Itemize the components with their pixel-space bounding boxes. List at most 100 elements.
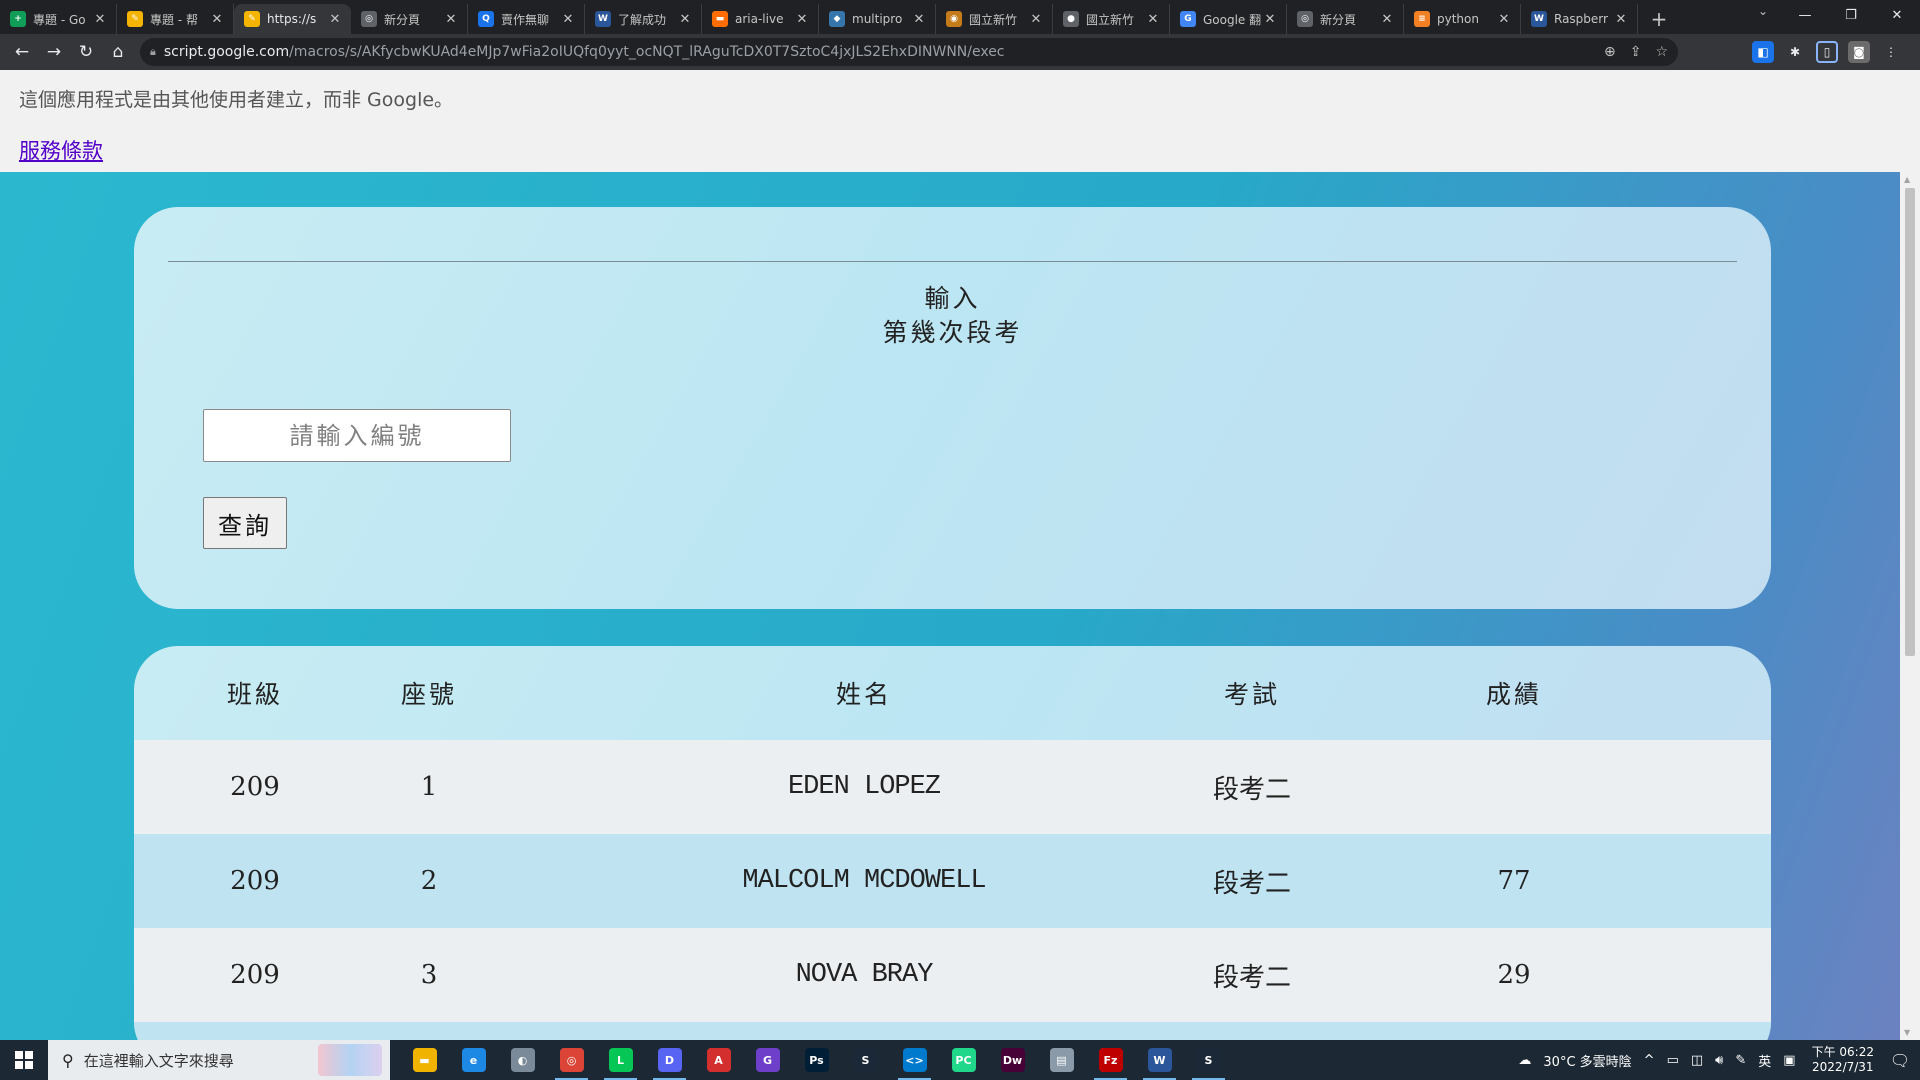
forward-button[interactable]: → xyxy=(38,36,70,68)
wifi-icon[interactable]: ◫ xyxy=(1691,1053,1703,1068)
browser-tab[interactable]: ▬ aria-live ✕ xyxy=(702,4,819,34)
page-viewport: 這個應用程式是由其他使用者建立，而非 Google。 服務條款 輸入 第幾次段考… xyxy=(0,70,1920,1040)
cell-exam xyxy=(1142,1022,1362,1040)
tab-close-icon[interactable]: ✕ xyxy=(1613,12,1629,27)
tab-close-icon[interactable]: ✕ xyxy=(443,12,459,27)
steam-icon: S xyxy=(853,1048,878,1072)
acrobat-icon: A xyxy=(706,1048,731,1072)
tab-close-icon[interactable]: ✕ xyxy=(1028,12,1044,27)
taskbar-app[interactable]: Fz xyxy=(1086,1040,1135,1080)
taskbar-app[interactable]: <> xyxy=(890,1040,939,1080)
taskbar-app[interactable]: L xyxy=(596,1040,645,1080)
query-button[interactable]: 查詢 xyxy=(203,497,287,549)
taskbar-app[interactable]: e xyxy=(449,1040,498,1080)
bookmark-star-icon[interactable]: ☆ xyxy=(1655,44,1668,60)
tab-close-icon[interactable]: ✕ xyxy=(209,12,225,27)
tab-close-icon[interactable]: ✕ xyxy=(92,12,108,27)
menu-kebab-icon[interactable]: ⋮ xyxy=(1880,41,1902,63)
scrollbar-thumb[interactable] xyxy=(1905,188,1915,656)
tray-chevron-icon[interactable]: ^ xyxy=(1644,1053,1655,1068)
taskbar-app[interactable]: ▤ xyxy=(1037,1040,1086,1080)
tab-close-icon[interactable]: ✕ xyxy=(1379,12,1395,27)
taskbar-app[interactable]: A xyxy=(694,1040,743,1080)
search-highlight-image[interactable] xyxy=(318,1044,382,1076)
zoom-icon[interactable]: ⊕ xyxy=(1604,44,1616,60)
scroll-up-arrow-icon[interactable]: ▲ xyxy=(1904,175,1910,184)
tab-close-icon[interactable]: ✕ xyxy=(794,12,810,27)
browser-tab[interactable]: W Raspberr ✕ xyxy=(1521,4,1638,34)
extension-icon[interactable]: ◧ xyxy=(1752,41,1774,63)
taskbar-search[interactable]: ⚲ 在這裡輸入文字來搜尋 xyxy=(48,1040,390,1080)
clock-time: 下午 06:22 xyxy=(1811,1045,1874,1059)
column-header-exam: 考試 xyxy=(1223,680,1280,709)
tab-title: 賣作無聊 xyxy=(501,12,550,27)
profile-avatar[interactable]: ◙ xyxy=(1848,41,1870,63)
weather-cloud-icon[interactable]: ☁ xyxy=(1518,1053,1531,1068)
restore-button[interactable]: ❐ xyxy=(1828,0,1874,30)
taskbar-app[interactable]: S xyxy=(841,1040,890,1080)
browser-tab[interactable]: Q 賣作無聊 ✕ xyxy=(468,4,585,34)
home-button[interactable]: ⌂ xyxy=(102,36,134,68)
tab-close-icon[interactable]: ✕ xyxy=(1145,12,1161,27)
address-bar[interactable]: 🔒︎ script.google.com /macros/s/AKfycbwKU… xyxy=(140,38,1678,66)
network-icon[interactable]: ▭ xyxy=(1667,1053,1679,1068)
weather-text[interactable]: 30°C 多雲時陰 xyxy=(1543,1051,1631,1070)
tab-title: Raspberr xyxy=(1554,12,1608,26)
exam-number-input[interactable] xyxy=(203,409,511,462)
browser-tab[interactable]: ◉ 國立新竹 ✕ xyxy=(936,4,1053,34)
share-icon[interactable]: ⇪ xyxy=(1630,44,1642,60)
table-row: 209 3 NOVA BRAY 段考二 29 xyxy=(134,928,1771,1022)
clock[interactable]: 下午 06:22 2022/7/31 xyxy=(1812,1045,1874,1075)
browser-tab[interactable]: ✎ https://s ✕ xyxy=(234,4,351,34)
taskbar-app[interactable]: G xyxy=(743,1040,792,1080)
browser-tab[interactable]: ◎ 新分頁 ✕ xyxy=(351,4,468,34)
tab-close-icon[interactable]: ✕ xyxy=(1496,12,1512,27)
taskbar-app[interactable]: Ps xyxy=(792,1040,841,1080)
taskbar-app[interactable]: W xyxy=(1135,1040,1184,1080)
tab-close-icon[interactable]: ✕ xyxy=(911,12,927,27)
browser-tab[interactable]: ● 國立新竹 ✕ xyxy=(1053,4,1170,34)
scroll-down-arrow-icon[interactable]: ▼ xyxy=(1904,1028,1910,1037)
pen-icon[interactable]: ✎ xyxy=(1735,1053,1746,1068)
notifications-icon[interactable]: 🗨︎ xyxy=(1880,1040,1920,1080)
tab-title: https://s xyxy=(267,12,317,26)
browser-tab[interactable]: W 了解成功 ✕ xyxy=(585,4,702,34)
taskbar-app[interactable]: D xyxy=(645,1040,694,1080)
close-window-button[interactable]: ✕ xyxy=(1874,0,1920,30)
browser-tab[interactable]: ◎ 新分頁 ✕ xyxy=(1287,4,1404,34)
tab-close-icon[interactable]: ✕ xyxy=(1262,12,1278,27)
browser-tab[interactable]: ◆ multipro ✕ xyxy=(819,4,936,34)
reload-button[interactable]: ↻ xyxy=(70,36,102,68)
start-button[interactable] xyxy=(0,1040,48,1080)
taskbar-app[interactable]: ◐ xyxy=(498,1040,547,1080)
taskbar-app[interactable]: S xyxy=(1184,1040,1233,1080)
taskbar-app[interactable]: ▬ xyxy=(400,1040,449,1080)
taskbar-app[interactable]: PC xyxy=(939,1040,988,1080)
file-explorer-icon: ▬ xyxy=(412,1048,437,1072)
sidepanel-icon[interactable]: ▯ xyxy=(1816,41,1838,63)
tab-close-icon[interactable]: ✕ xyxy=(677,12,693,27)
ime-indicator[interactable]: 英 xyxy=(1758,1051,1771,1070)
tab-search-chevron-icon[interactable]: ⌄ xyxy=(1748,4,1778,18)
discord-icon: D xyxy=(657,1048,682,1072)
tab-close-icon[interactable]: ✕ xyxy=(560,12,576,27)
taskbar-app[interactable]: Dw xyxy=(988,1040,1037,1080)
taskbar-app[interactable]: ◎ xyxy=(547,1040,596,1080)
minimize-button[interactable]: — xyxy=(1782,0,1828,30)
browser-tab[interactable]: ✎ 專題 - 帮 ✕ xyxy=(117,4,234,34)
windows-logo-icon xyxy=(15,1051,33,1069)
volume-icon[interactable]: 🔊︎ xyxy=(1715,1053,1723,1068)
tab-close-icon[interactable]: ✕ xyxy=(327,12,343,27)
back-button[interactable]: ← xyxy=(6,36,38,68)
new-tab-button[interactable]: + xyxy=(1644,4,1674,34)
github-desktop-icon: G xyxy=(755,1048,780,1072)
browser-tab[interactable]: ≡ python ✕ xyxy=(1404,4,1521,34)
page-scrollbar[interactable]: ▲ ▼ xyxy=(1900,172,1920,1040)
terms-of-service-link[interactable]: 服務條款 xyxy=(19,135,103,165)
lock-icon[interactable]: 🔒︎ xyxy=(150,45,156,59)
browser-tab[interactable]: + 專題 - Go ✕ xyxy=(0,4,117,34)
browser-tab[interactable]: G Google 翻 ✕ xyxy=(1170,4,1287,34)
extensions-puzzle-icon[interactable]: ✱ xyxy=(1784,41,1806,63)
word-icon: W xyxy=(1147,1048,1172,1072)
action-center-icon[interactable]: ▣ xyxy=(1783,1053,1795,1068)
